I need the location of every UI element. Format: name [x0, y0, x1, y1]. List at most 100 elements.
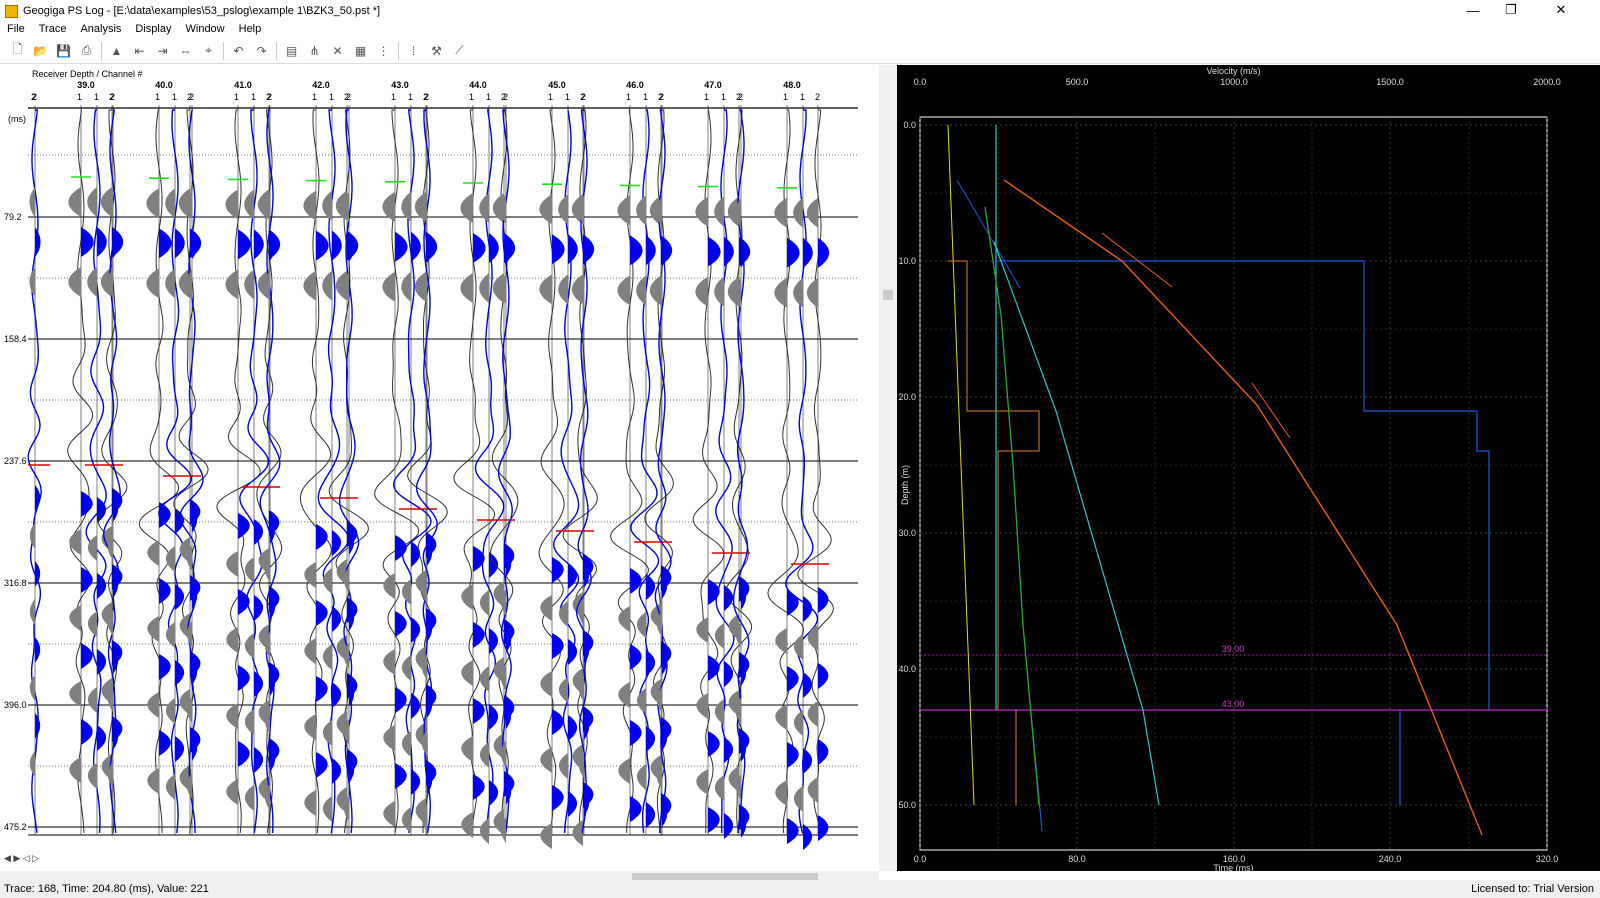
trace-lobe [68, 267, 81, 297]
tools-icon[interactable]: ⚒ [425, 40, 448, 62]
shift-both-icon[interactable]: ⇔ [174, 40, 197, 62]
channel-label: 1 [251, 92, 256, 102]
channel-label: 1 [469, 92, 474, 102]
toolbar-separator [101, 41, 102, 60]
trace-lobe [479, 742, 489, 768]
trace-lobe [630, 796, 642, 822]
trace-lobe [460, 273, 473, 303]
trace-lobe [303, 190, 316, 221]
time-tick: 80.0 [1068, 854, 1086, 864]
header-label: Receiver Depth / Channel # [32, 69, 143, 79]
vertical-scrollbar[interactable] [879, 65, 897, 871]
filter-icon[interactable]: ⁞ [402, 40, 425, 62]
seismic-traces[interactable]: Receiver Depth / Channel # (ms) 79.2 158.4 2… [0, 65, 879, 871]
depth-label: 47.0 [704, 80, 722, 90]
depth-label: 45.0 [548, 80, 566, 90]
save-icon[interactable]: 💾 [52, 40, 75, 62]
menu-window[interactable]: Window [179, 23, 232, 35]
channel-label: 1 [486, 92, 491, 102]
trace-lobe [238, 229, 251, 260]
trace-lobe [479, 818, 489, 844]
trace-lobe [695, 196, 708, 227]
menu-file[interactable]: File [0, 23, 32, 35]
table-icon[interactable]: ▦ [349, 40, 372, 62]
trace-lobe [539, 274, 552, 305]
trace-lobe [793, 786, 803, 812]
toolbar-separator [223, 41, 224, 60]
trace-lobe [225, 269, 238, 300]
time-label: 237.6 [4, 456, 27, 466]
window-title: Geogiga PS Log - [E:\data\examples\53_ps… [23, 5, 381, 17]
channel-label: 1 [234, 92, 239, 102]
trace-lobe [401, 271, 411, 302]
trace-lobe [489, 233, 499, 263]
trace-lobe [646, 235, 656, 266]
trace-lobe [552, 234, 565, 265]
trace-lobe [479, 666, 489, 692]
trace-lobe [29, 523, 35, 549]
trace-lobe [165, 622, 175, 648]
menu-analysis[interactable]: Analysis [73, 23, 128, 35]
trace-lobe [147, 768, 159, 794]
trace-lobe [617, 195, 630, 226]
status-bar: Trace: 168, Time: 204.80 (ms), Value: 22… [0, 880, 1600, 898]
menu-display[interactable]: Display [128, 23, 178, 35]
velocity-title: Velocity (m/s) [1206, 66, 1260, 76]
shift-left-icon[interactable]: ⇤ [128, 40, 151, 62]
trace-lobe [540, 595, 552, 621]
print-icon[interactable]: ⎙ [75, 40, 98, 62]
trace-wiggle [173, 109, 209, 834]
new-icon[interactable]: 🗋 [6, 40, 29, 62]
trace-lobe [147, 692, 159, 718]
close-button[interactable]: ✕ [1544, 0, 1578, 20]
trace-lobe [159, 578, 171, 604]
trace-lobe [558, 677, 568, 703]
menu-trace[interactable]: Trace [32, 23, 74, 35]
trace-lobe [818, 815, 829, 841]
trace-lobe [818, 587, 829, 613]
trace-lobe [87, 187, 97, 217]
trace-lobe [244, 189, 254, 220]
seismic-trace-panel[interactable]: Receiver Depth / Channel # (ms) 79.2 158.4 2… [0, 65, 879, 871]
maximize-button[interactable]: ❐ [1494, 0, 1528, 20]
trace-lobe [696, 617, 708, 643]
trace-lobe [646, 726, 656, 752]
trace-lobe [714, 775, 724, 801]
trace-lobe [803, 237, 813, 268]
velocity-depth-plot[interactable]: Velocity (m/s) 0.0 500.0 1000.0 1500.0 2000.0… [897, 65, 1600, 873]
open-icon[interactable]: 📂 [29, 40, 52, 62]
velocity-icon[interactable]: ⟋ [448, 40, 471, 62]
trace-lobe [87, 535, 97, 561]
trace-lobe [304, 790, 316, 816]
trace-lobe [461, 736, 473, 762]
menu-help[interactable]: Help [232, 23, 269, 35]
trace-lobe [818, 663, 829, 689]
redo-icon[interactable]: ↷ [250, 40, 273, 62]
shift-right-icon[interactable]: ⇥ [151, 40, 174, 62]
time-units: (ms) [8, 114, 26, 124]
cross-icon[interactable]: ✕ [326, 40, 349, 62]
trace-lobe [568, 715, 578, 741]
trace-lobe [159, 654, 171, 680]
undo-icon[interactable]: ↶ [227, 40, 250, 62]
trace-lobe [69, 757, 81, 783]
scroll-thumb[interactable] [883, 290, 893, 300]
trace-lobe [411, 231, 421, 262]
trace-lobe [539, 194, 552, 225]
time-label: 475.2 [4, 822, 27, 832]
ruler-icon[interactable]: ▤ [280, 40, 303, 62]
channel-label: 1 [800, 92, 805, 102]
trace-lobe [87, 687, 97, 713]
channel-label: 1 [626, 92, 631, 102]
velocity-plot-panel[interactable]: Velocity (m/s) 0.0 500.0 1000.0 1500.0 2000.0… [897, 65, 1600, 873]
channel-label: 1 [704, 92, 709, 102]
fit-icon[interactable]: ⋔ [303, 40, 326, 62]
minimize-button[interactable]: — [1456, 0, 1490, 20]
gain-icon[interactable]: ⋮ [372, 40, 395, 62]
select-icon[interactable]: ⌖ [197, 40, 220, 62]
trace-lobe [395, 687, 407, 713]
pick-icon[interactable]: ▲ [105, 40, 128, 62]
trace-lobe [411, 693, 421, 719]
trace-lobe [322, 720, 332, 746]
trace-lobe [774, 277, 787, 308]
